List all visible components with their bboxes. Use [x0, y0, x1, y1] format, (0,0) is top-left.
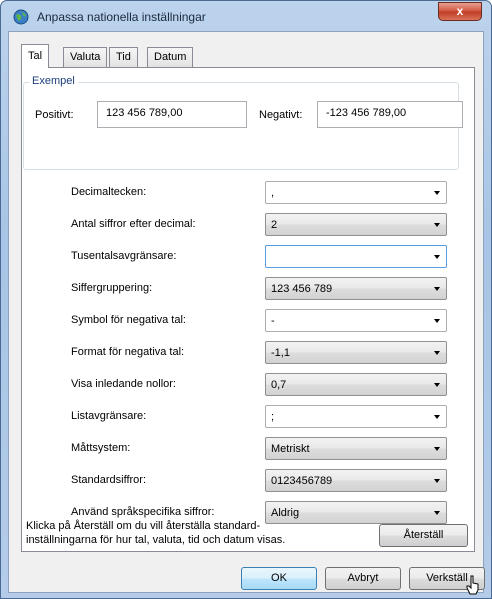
reset-info-line-1: Klicka på Återställ om du vill återställ…: [26, 520, 261, 532]
dialog-client: Tal Valuta Tid Datum Exempel Positivt: 1…: [8, 31, 485, 593]
tab-valuta[interactable]: Valuta: [63, 47, 108, 67]
negative-format-value: -1,1: [271, 347, 290, 359]
reset-info-line-2: inställningarna för hur tal, valuta, tid…: [26, 534, 286, 546]
digit-grouping-combo[interactable]: 123 456 789: [265, 277, 447, 300]
chevron-down-icon: [434, 383, 440, 387]
decimal-symbol-value: ,: [271, 187, 275, 199]
tab-tid[interactable]: Tid: [109, 47, 138, 67]
digit-grouping-label: Siffergruppering:: [71, 282, 153, 294]
mouse-pointer-icon: [466, 575, 479, 595]
standard-digits-label: Standardsiffror:: [71, 474, 147, 486]
negative-format-combo[interactable]: -1,1: [265, 341, 447, 364]
negative-sign-combo[interactable]: -: [265, 309, 447, 332]
title-bar[interactable]: Anpassa nationella inställningar x: [1, 1, 491, 31]
list-separator-combo[interactable]: ;: [265, 405, 447, 428]
positive-example-box: 123 456 789,00: [97, 101, 247, 128]
standard-digits-value: 0123456789: [271, 475, 333, 487]
close-button[interactable]: x: [438, 2, 482, 21]
tab-tal[interactable]: Tal: [21, 44, 50, 68]
cancel-button[interactable]: Avbryt: [325, 567, 401, 590]
chevron-down-icon: [434, 351, 440, 355]
decimal-digits-combo[interactable]: 2: [265, 213, 447, 236]
negative-sign-label: Symbol för negativa tal:: [71, 314, 186, 326]
list-separator-value: ;: [271, 411, 275, 423]
chevron-down-icon: [434, 223, 440, 227]
standard-digits-combo[interactable]: 0123456789: [265, 469, 447, 492]
decimal-digits-label: Antal siffror efter decimal:: [71, 218, 196, 230]
list-separator-label: Listavgränsare:: [71, 410, 147, 422]
thousands-separator-combo[interactable]: [265, 245, 447, 268]
thousands-separator-label: Tusentalsavgränsare:: [71, 250, 177, 262]
tab-datum[interactable]: Datum: [147, 47, 194, 67]
native-digits-value: Aldrig: [271, 507, 300, 519]
decimal-symbol-combo[interactable]: ,: [265, 181, 447, 204]
ok-button[interactable]: OK: [241, 567, 317, 590]
chevron-down-icon: [434, 511, 440, 515]
leading-zeros-combo[interactable]: 0,7: [265, 373, 447, 396]
positive-label: Positivt:: [35, 109, 74, 121]
chevron-down-icon: [434, 255, 440, 259]
negative-label: Negativt:: [259, 109, 303, 121]
reset-info-text: Klicka på Återställ om du vill återställ…: [26, 519, 356, 547]
chevron-down-icon: [434, 191, 440, 195]
negative-sign-value: -: [271, 315, 275, 327]
decimal-symbol-label: Decimaltecken:: [71, 186, 147, 198]
chevron-down-icon: [434, 319, 440, 323]
digit-grouping-value: 123 456 789: [271, 283, 333, 295]
measurement-system-value: Metriskt: [271, 443, 310, 455]
decimal-digits-value: 2: [271, 219, 278, 231]
chevron-down-icon: [434, 415, 440, 419]
leading-zeros-value: 0,7: [271, 379, 287, 391]
native-digits-label: Använd språkspecifika siffror:: [71, 506, 215, 518]
negative-format-label: Format för negativa tal:: [71, 346, 185, 358]
chevron-down-icon: [434, 287, 440, 291]
chevron-down-icon: [434, 447, 440, 451]
reset-button[interactable]: Återställ: [379, 524, 468, 547]
measurement-system-label: Måttsystem:: [71, 442, 131, 454]
leading-zeros-label: Visa inledande nollor:: [71, 378, 176, 390]
globe-icon: [13, 9, 29, 25]
negative-example-box: -123 456 789,00: [317, 101, 463, 128]
measurement-system-combo[interactable]: Metriskt: [265, 437, 447, 460]
window-title: Anpassa nationella inställningar: [37, 10, 206, 24]
dialog-window: Anpassa nationella inställningar x Tal V…: [0, 0, 492, 599]
chevron-down-icon: [434, 479, 440, 483]
example-legend: Exempel: [29, 75, 78, 87]
